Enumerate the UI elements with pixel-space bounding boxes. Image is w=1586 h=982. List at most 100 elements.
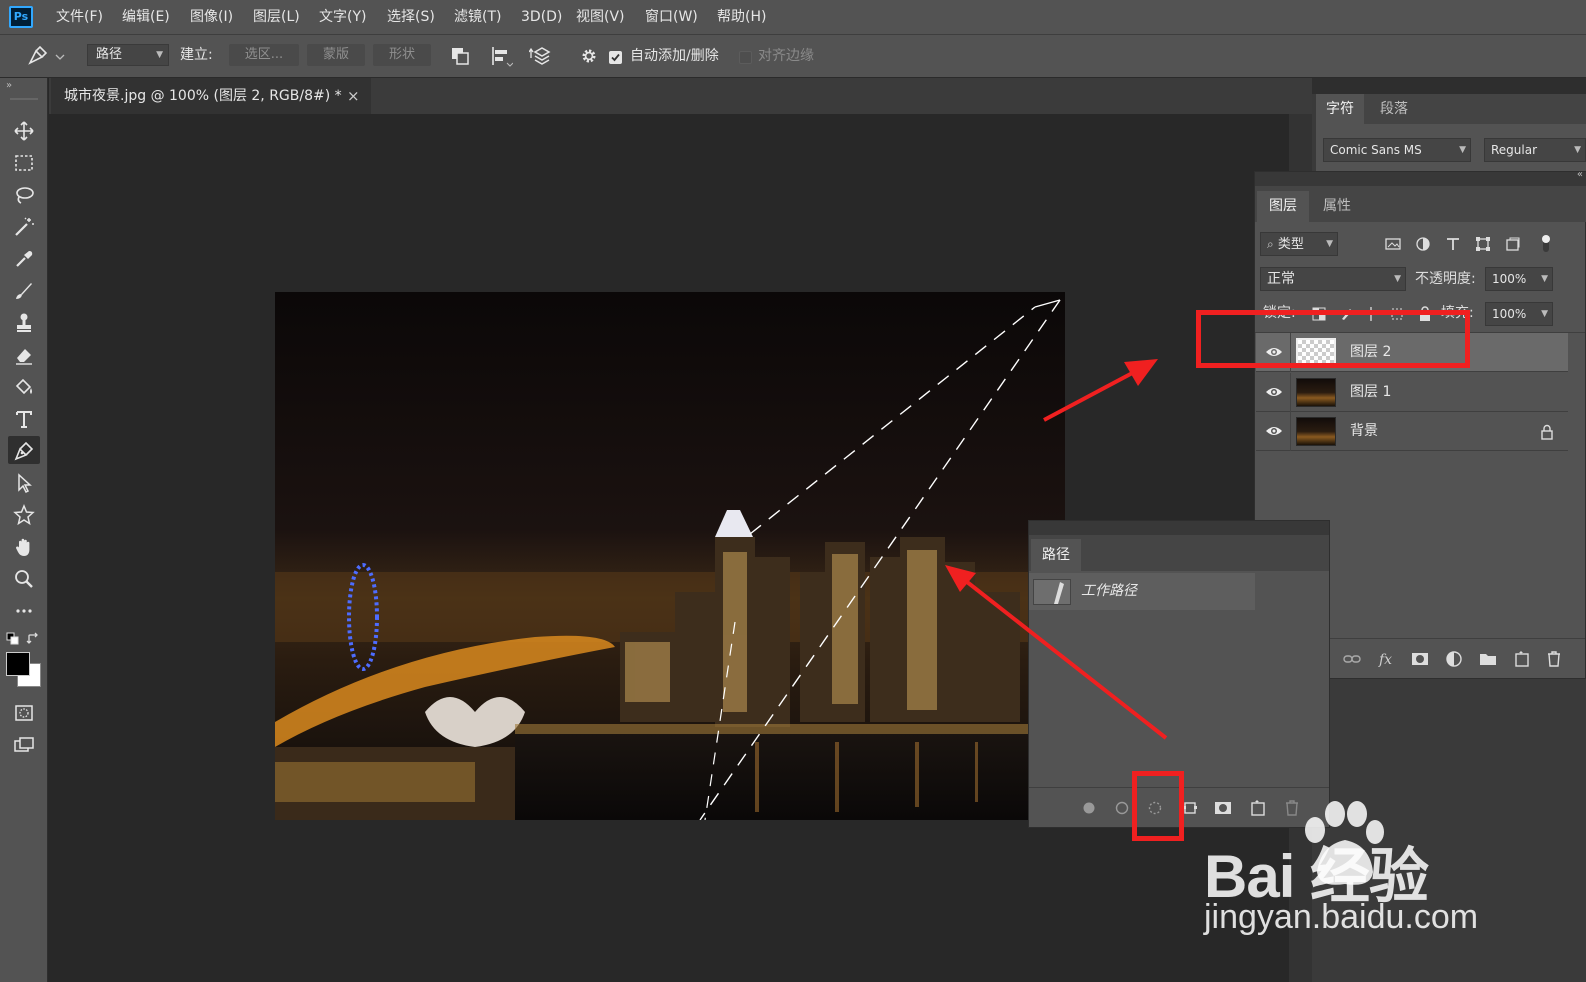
- custom-shape-tool-icon[interactable]: [8, 500, 40, 528]
- swap-colors-icon[interactable]: [26, 632, 40, 646]
- new-adjustment-layer-icon[interactable]: [1445, 650, 1463, 668]
- eyedropper-tool-icon[interactable]: [8, 244, 40, 272]
- eraser-tool-icon[interactable]: [8, 340, 40, 368]
- menu-edit[interactable]: 编辑(E): [122, 0, 170, 34]
- close-icon[interactable]: ×: [347, 78, 360, 114]
- fill-field[interactable]: 100% ▼: [1485, 302, 1553, 326]
- tab-properties[interactable]: 属性: [1311, 191, 1363, 222]
- make-selection-button[interactable]: 选区...: [229, 44, 299, 66]
- make-mask-button[interactable]: 蒙版: [307, 44, 365, 66]
- clone-stamp-tool-icon[interactable]: [8, 308, 40, 336]
- font-style-select[interactable]: Regular ▼: [1484, 138, 1586, 162]
- gear-icon[interactable]: [579, 46, 599, 66]
- align-edges-checkbox[interactable]: [739, 51, 752, 64]
- baidu-jingyan-watermark: Bai 经验 jingyan.baidu.com: [1200, 800, 1500, 950]
- make-shape-button[interactable]: 形状: [373, 44, 431, 66]
- lasso-tool-icon[interactable]: [8, 180, 40, 208]
- chevron-down-icon: ▼: [1394, 274, 1401, 284]
- filter-type-layers-icon[interactable]: [1445, 236, 1461, 252]
- dock-header: [1312, 78, 1586, 94]
- tab-paragraph[interactable]: 段落: [1370, 94, 1418, 124]
- layer-thumbnail-city: [1296, 417, 1336, 446]
- more-tools-icon[interactable]: [8, 596, 40, 624]
- move-tool-icon[interactable]: [8, 116, 40, 144]
- opacity-field[interactable]: 100% ▼: [1485, 267, 1553, 291]
- paint-bucket-tool-icon[interactable]: [8, 372, 40, 400]
- pen-tool-preset-icon[interactable]: [26, 45, 66, 67]
- menu-type[interactable]: 文字(Y): [319, 0, 366, 34]
- tool-mode-value: 路径: [96, 47, 123, 62]
- paths-panel-header: [1029, 521, 1329, 535]
- blend-mode-select[interactable]: 正常 ▼: [1260, 267, 1406, 291]
- menu-layer[interactable]: 图层(L): [253, 0, 300, 34]
- layer-name[interactable]: 背景: [1350, 412, 1378, 451]
- delete-layer-trash-icon[interactable]: [1545, 650, 1563, 668]
- tab-paths[interactable]: 路径: [1031, 539, 1081, 571]
- zoom-tool-icon[interactable]: [8, 564, 40, 592]
- filter-toggle-switch[interactable]: [1541, 234, 1551, 254]
- fill-path-icon[interactable]: [1081, 800, 1097, 816]
- options-bar: 路径 ▼ 建立: 选区... 蒙版 形状 自动添加/删除 对齐边缘: [0, 34, 1586, 78]
- document-tab[interactable]: 城市夜景.jpg @ 100% (图层 2, RGB/8#) * ×: [51, 78, 371, 114]
- path-name[interactable]: 工作路径: [1081, 573, 1137, 610]
- chevron-down-icon: ▼: [1574, 145, 1581, 155]
- menu-3d[interactable]: 3D(D): [521, 0, 562, 34]
- type-tool-icon[interactable]: [8, 404, 40, 432]
- default-colors-icon[interactable]: [6, 632, 20, 646]
- tab-layers[interactable]: 图层: [1257, 191, 1309, 222]
- filter-shape-layers-icon[interactable]: [1475, 236, 1491, 252]
- pen-tool-icon[interactable]: [8, 436, 40, 464]
- layer-thumbnail-city: [1296, 378, 1336, 407]
- menu-view[interactable]: 视图(V): [576, 0, 625, 34]
- layer-row-background[interactable]: 背景: [1256, 412, 1568, 451]
- tool-mode-select[interactable]: 路径 ▼: [87, 44, 169, 66]
- menu-bar: Ps 文件(F) 编辑(E) 图像(I) 图层(L) 文字(Y) 选择(S) 滤…: [0, 0, 1586, 34]
- menu-window[interactable]: 窗口(W): [645, 0, 698, 34]
- filter-pixel-layers-icon[interactable]: [1385, 236, 1401, 252]
- layer-row-layer1[interactable]: 图层 1: [1256, 373, 1568, 412]
- hand-tool-icon[interactable]: [8, 532, 40, 560]
- font-family-value: Comic Sans MS: [1330, 143, 1422, 157]
- path-arrangement-icon[interactable]: [529, 44, 555, 68]
- path-alignment-icon[interactable]: [489, 45, 513, 67]
- opacity-value: 100%: [1492, 272, 1527, 286]
- tab-character[interactable]: 字符: [1316, 94, 1364, 124]
- eye-visibility-icon[interactable]: [1265, 385, 1283, 399]
- quick-mask-icon[interactable]: [8, 698, 40, 726]
- path-operations-icon[interactable]: [449, 45, 473, 67]
- svg-text:fx: fx: [1378, 652, 1392, 668]
- row-separator: [1290, 412, 1291, 451]
- magic-wand-tool-icon[interactable]: [8, 212, 40, 240]
- new-layer-icon[interactable]: [1513, 650, 1531, 668]
- stroke-path-icon[interactable]: [1114, 800, 1130, 816]
- auto-add-delete-checkbox[interactable]: [609, 51, 622, 64]
- menu-select[interactable]: 选择(S): [387, 0, 435, 34]
- path-selection-tool-icon[interactable]: [8, 468, 40, 496]
- menu-file[interactable]: 文件(F): [56, 0, 103, 34]
- marquee-tool-icon[interactable]: [8, 148, 40, 176]
- screen-mode-icon[interactable]: [8, 730, 40, 758]
- layer-style-fx-icon[interactable]: fx: [1377, 649, 1397, 669]
- opacity-label: 不透明度:: [1415, 271, 1476, 287]
- menu-filter[interactable]: 滤镜(T): [454, 0, 501, 34]
- brush-tool-icon[interactable]: [8, 276, 40, 304]
- link-layers-icon[interactable]: [1343, 651, 1361, 667]
- foreground-color-swatch[interactable]: [6, 652, 30, 676]
- layer-name[interactable]: 图层 1: [1350, 373, 1391, 412]
- collapse-panel-icon[interactable]: «: [1577, 169, 1583, 180]
- city-night-photo: [275, 292, 1065, 820]
- font-family-select[interactable]: Comic Sans MS ▼: [1323, 138, 1471, 162]
- collapse-toolbar-icon[interactable]: »: [6, 80, 12, 91]
- eye-visibility-icon[interactable]: [1265, 424, 1283, 438]
- new-group-folder-icon[interactable]: [1479, 651, 1497, 667]
- auto-add-delete-label: 自动添加/删除: [630, 48, 719, 64]
- filter-adjustment-layers-icon[interactable]: [1415, 236, 1431, 252]
- menu-help[interactable]: 帮助(H): [717, 0, 766, 34]
- document-image[interactable]: [275, 292, 1065, 820]
- toolbar-grip[interactable]: [10, 98, 38, 100]
- menu-image[interactable]: 图像(I): [190, 0, 233, 34]
- filter-smart-objects-icon[interactable]: [1505, 236, 1521, 252]
- add-layer-mask-icon[interactable]: [1411, 651, 1429, 667]
- path-row-work-path[interactable]: 工作路径: [1029, 573, 1255, 610]
- layer-filter-select[interactable]: ⌕ 类型 ▼: [1260, 232, 1338, 256]
